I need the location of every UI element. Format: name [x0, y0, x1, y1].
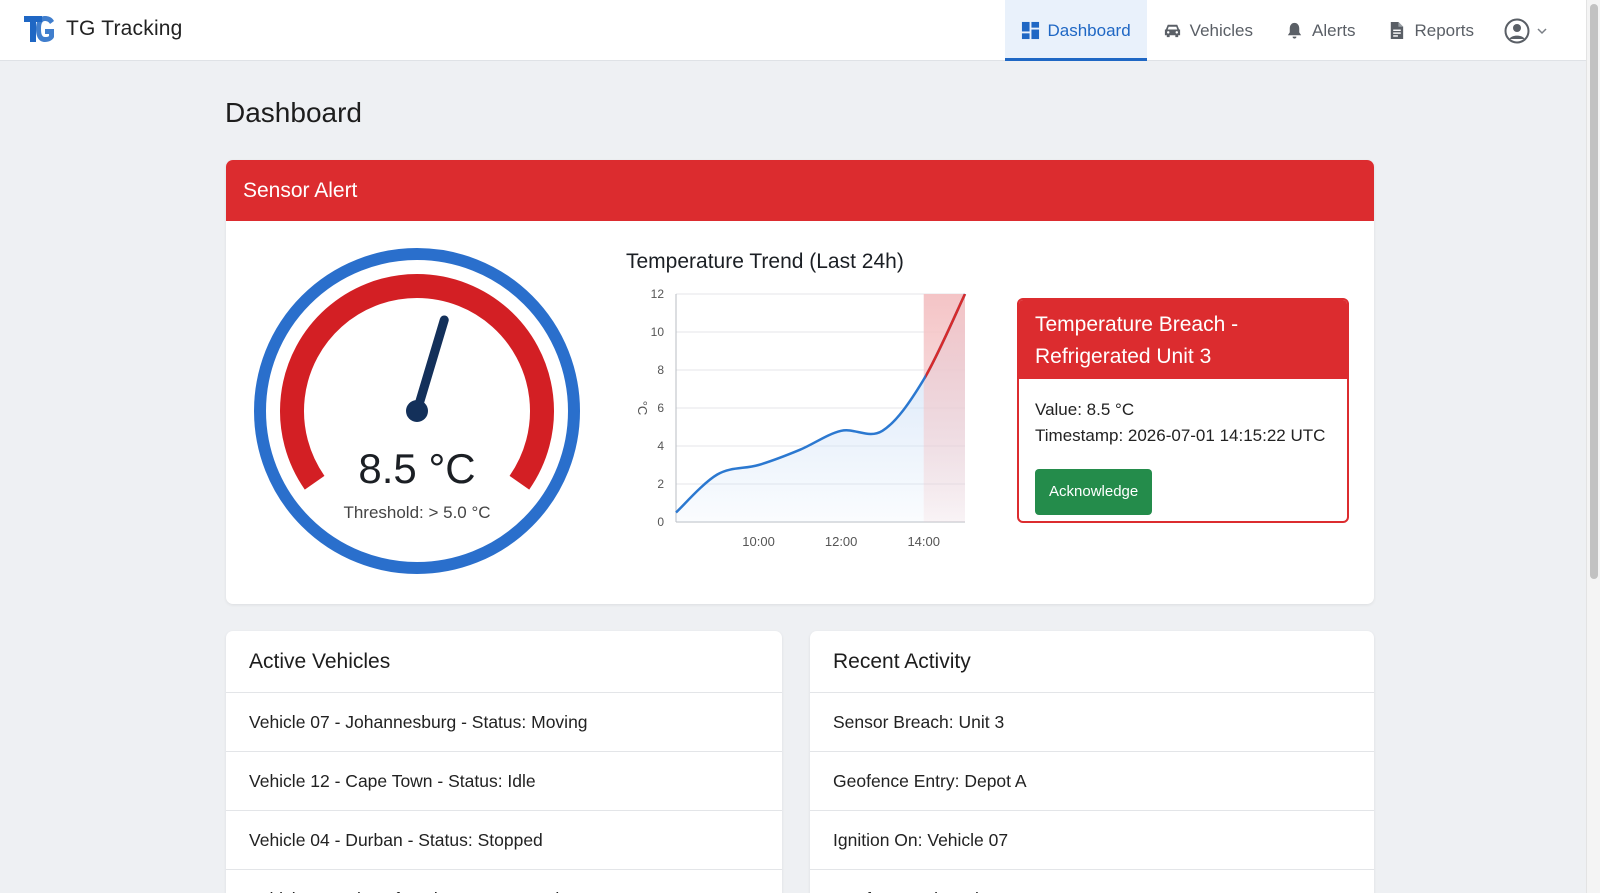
nav-dashboard-label: Dashboard — [1047, 20, 1131, 40]
temperature-trend-chart: 0 2 4 6 8 10 12 °C 10:00 12:00 14:00 — [635, 287, 967, 549]
y-tick-label: 0 — [657, 515, 664, 529]
active-vehicles-title: Active Vehicles — [226, 631, 782, 693]
tg-logo-icon — [24, 16, 54, 42]
gauge-value: 8.5 °C — [358, 445, 476, 492]
gauge-threshold: Threshold: > 5.0 °C — [343, 503, 491, 522]
car-icon — [1164, 24, 1180, 38]
bell-icon — [1287, 22, 1302, 39]
breach-region — [923, 294, 965, 522]
breach-value: Value: 8.5 °C — [1035, 400, 1135, 419]
user-circle-icon — [1504, 18, 1530, 43]
acknowledge-button[interactable]: Acknowledge — [1035, 469, 1153, 515]
x-tick-label: 12:00 — [825, 534, 858, 549]
brand[interactable]: TG Tracking — [22, 13, 183, 45]
vehicle-list-item[interactable]: Vehicle 12 - Cape Town - Status: Idle — [226, 752, 782, 811]
y-tick-label: 12 — [651, 287, 665, 301]
y-axis-label: °C — [635, 401, 650, 416]
vehicle-list-item[interactable]: Vehicle 04 - Durban - Status: Stopped — [226, 811, 782, 870]
dashboard-grid-icon — [1021, 21, 1039, 40]
y-tick-label: 6 — [657, 401, 664, 415]
page-scrollbar[interactable] — [1586, 0, 1600, 893]
scrollbar-thumb[interactable] — [1590, 4, 1598, 579]
breach-title-line2: Refrigerated Unit 3 — [1035, 345, 1212, 368]
vehicle-list-item[interactable]: Vehicle 07 - Johannesburg - Status: Movi… — [226, 693, 782, 752]
top-navbar: TG Tracking Dashboard Vehicles Alerts Re… — [0, 0, 1586, 61]
y-tick-label: 10 — [651, 325, 665, 339]
sensor-alert-header: Sensor Alert — [226, 160, 1374, 221]
page-title: Dashboard — [225, 97, 362, 128]
activity-list-item[interactable]: Geofence Exit: Unit 2 — [810, 870, 1374, 893]
temperature-breach-panel: Temperature Breach - Refrigerated Unit 3… — [1017, 298, 1349, 523]
y-tick-label: 8 — [657, 363, 664, 377]
brand-name: TG Tracking — [66, 17, 183, 40]
activity-list-item[interactable]: Ignition On: Vehicle 07 — [810, 811, 1374, 870]
user-menu[interactable] — [1490, 0, 1586, 61]
activity-list-item[interactable]: Sensor Breach: Unit 3 — [810, 693, 1374, 752]
nav-reports-label: Reports — [1414, 20, 1474, 40]
chart-title: Temperature Trend (Last 24h) — [626, 250, 904, 273]
recent-activity-title: Recent Activity — [810, 631, 1374, 693]
main-nav: Dashboard Vehicles Alerts Reports — [1004, 0, 1587, 61]
nav-dashboard[interactable]: Dashboard — [1004, 0, 1147, 61]
y-tick-label: 2 — [657, 477, 664, 491]
temperature-gauge — [254, 248, 580, 574]
nav-alerts[interactable]: Alerts — [1269, 0, 1371, 61]
y-tick-label: 4 — [657, 439, 664, 453]
nav-vehicles[interactable]: Vehicles — [1147, 0, 1269, 61]
chevron-down-icon — [1537, 27, 1547, 34]
nav-alerts-label: Alerts — [1312, 20, 1356, 40]
active-vehicles-card: Active Vehicles Vehicle 07 - Johannesbur… — [226, 631, 782, 893]
document-icon — [1391, 21, 1404, 40]
breach-title-line1: Temperature Breach - — [1035, 313, 1239, 336]
gauge-needle — [412, 315, 449, 416]
nav-reports[interactable]: Reports — [1371, 0, 1490, 61]
activity-list-item[interactable]: Geofence Entry: Depot A — [810, 752, 1374, 811]
nav-vehicles-label: Vehicles — [1189, 20, 1253, 40]
x-tick-label: 10:00 — [742, 534, 775, 549]
breach-details: Value: 8.5 °C Timestamp: 2026-07-01 14:1… — [1019, 379, 1347, 521]
sensor-alert-card: Sensor Alert 8.5 °C Threshold: > 5.0 °C … — [226, 160, 1374, 604]
gauge-hub — [406, 400, 428, 422]
x-tick-label: 14:00 — [907, 534, 940, 549]
breach-title: Temperature Breach - Refrigerated Unit 3 — [1019, 300, 1347, 379]
vehicle-list-item[interactable]: Vehicle 09 - Bloemfontein - Status: Movi… — [226, 870, 782, 893]
recent-activity-card: Recent Activity Sensor Breach: Unit 3 Ge… — [810, 631, 1374, 893]
breach-timestamp: Timestamp: 2026-07-01 14:15:22 UTC — [1035, 426, 1326, 445]
